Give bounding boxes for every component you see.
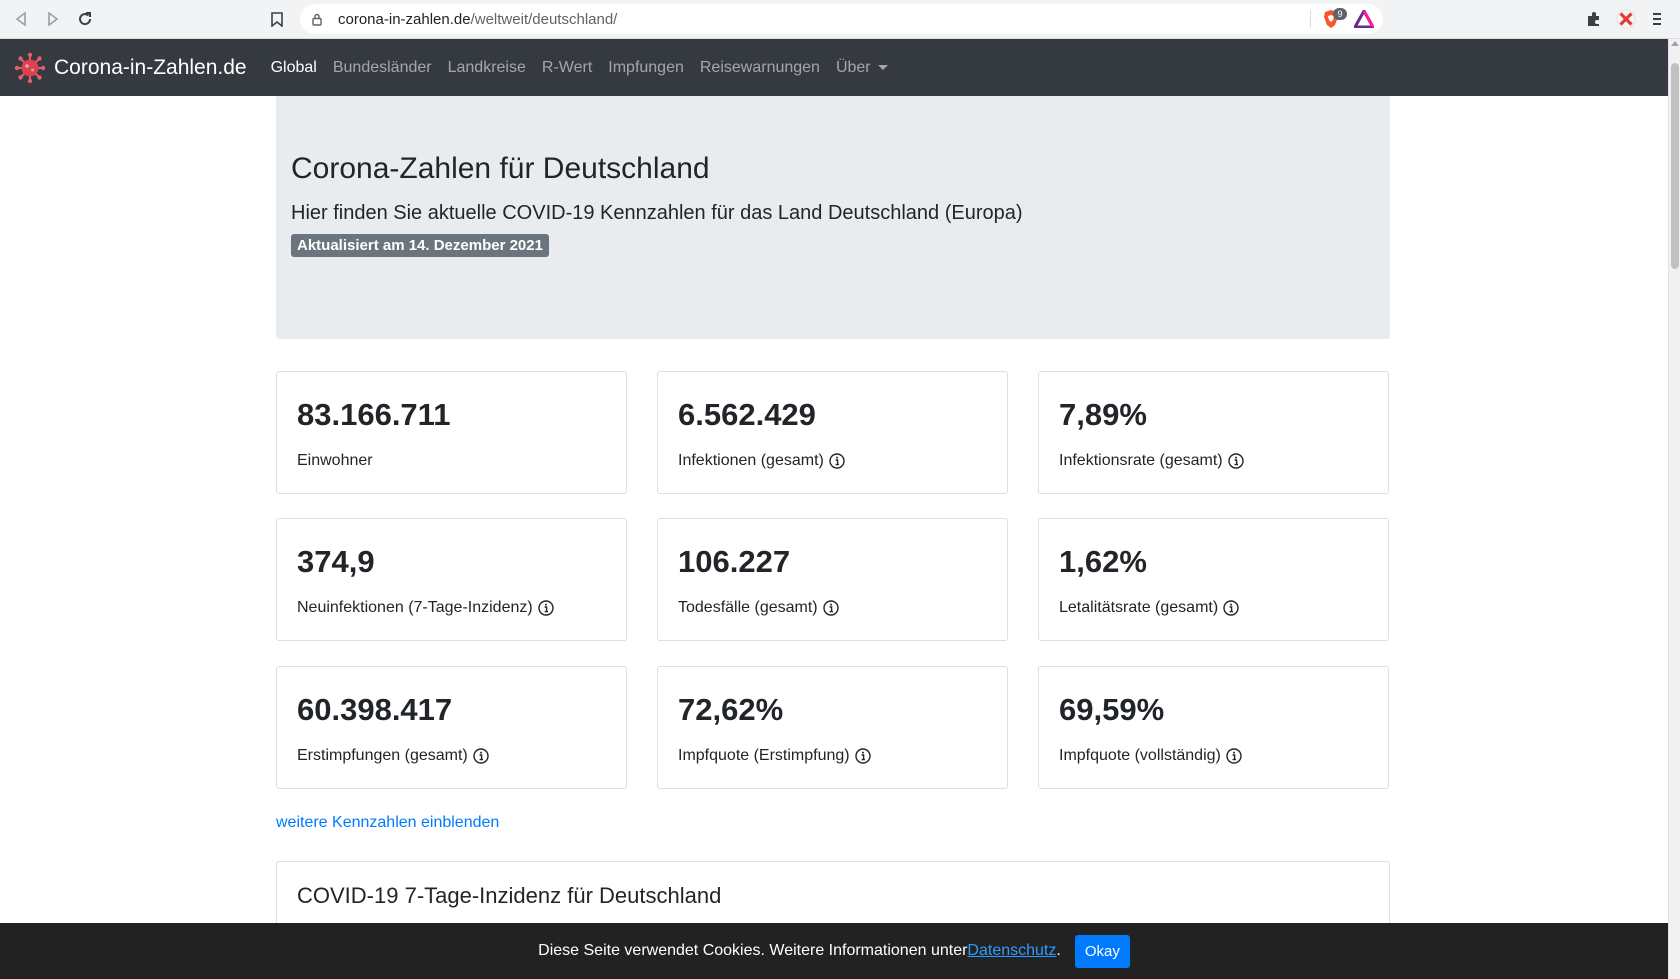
browser-menu-icon[interactable] <box>1647 9 1667 29</box>
virus-logo-icon <box>14 52 46 83</box>
scrollbar-thumb[interactable] <box>1671 63 1679 269</box>
stat-value: 83.166.711 <box>297 397 451 432</box>
bookmark-icon[interactable] <box>268 9 286 29</box>
info-icon[interactable] <box>1223 600 1239 616</box>
page-lead: Hier finden Sie aktuelle COVID-19 Kennza… <box>291 202 1023 224</box>
updated-badge: Aktualisiert am 14. Dezember 2021 <box>291 234 549 257</box>
stat-label-row: Infektionen (gesamt) <box>678 452 845 470</box>
cookie-okay-button[interactable]: Okay <box>1074 934 1130 968</box>
stat-label-row: Neuinfektionen (7-Tage-Inzidenz) <box>297 599 554 617</box>
stat-card-neuinfektionen: 374,9 Neuinfektionen (7-Tage-Inzidenz) <box>276 518 627 641</box>
stat-value: 106.227 <box>678 544 791 579</box>
brand-link[interactable]: Corona-in-Zahlen.de <box>14 52 247 84</box>
stat-card-impfquote-erst: 72,62% Impfquote (Erstimpfung) <box>657 666 1008 789</box>
nav-link-r-wert[interactable]: R-Wert <box>542 59 592 77</box>
profile-avatar-icon[interactable] <box>1616 9 1636 29</box>
stat-label-row: Erstimpfungen (gesamt) <box>297 747 489 765</box>
cookie-text-end: . <box>1056 942 1061 959</box>
stat-label-row: Einwohner <box>297 452 373 470</box>
stat-label: Infektionen (gesamt) <box>678 452 824 469</box>
stat-label-row: Infektionsrate (gesamt) <box>1059 452 1244 470</box>
stat-card-infektionen: 6.562.429 Infektionen (gesamt) <box>657 371 1008 494</box>
nav-dropdown-ueber[interactable]: Über <box>836 59 888 77</box>
stat-value: 374,9 <box>297 544 375 579</box>
info-icon[interactable] <box>822 600 839 616</box>
stat-card-infektionsrate: 7,89% Infektionsrate (gesamt) <box>1038 371 1389 494</box>
stat-card-einwohner: 83.166.711 Einwohner <box>276 371 627 494</box>
stat-label: Impfquote (Erstimpfung) <box>678 747 850 764</box>
stat-value: 72,62% <box>678 692 784 727</box>
jumbotron: Corona-Zahlen für Deutschland Hier finde… <box>276 96 1390 339</box>
nav-link-landkreise[interactable]: Landkreise <box>448 59 526 77</box>
cookie-banner: Diese Seite verwendet Cookies. Weitere I… <box>0 923 1668 979</box>
address-bar[interactable]: corona-in-zahlen.de/weltweit/deutschland… <box>300 4 1383 34</box>
page-title: Corona-Zahlen für Deutschland <box>291 152 710 185</box>
stat-value: 69,59% <box>1059 692 1165 727</box>
nav-links: Global Bundesländer Landkreise R-Wert Im… <box>271 59 888 77</box>
stat-value: 60.398.417 <box>297 692 453 727</box>
cookie-text: Diese Seite verwendet Cookies. Weitere I… <box>538 942 968 959</box>
page-scrollbar[interactable] <box>1668 39 1680 979</box>
info-icon[interactable] <box>473 748 489 764</box>
stat-label-row: Impfquote (Erstimpfung) <box>678 747 871 765</box>
show-more-stats-link[interactable]: weitere Kennzahlen einblenden <box>276 814 499 832</box>
back-icon[interactable] <box>10 8 32 30</box>
info-icon[interactable] <box>1226 748 1242 764</box>
browser-toolbar: corona-in-zahlen.de/weltweit/deutschland… <box>0 0 1680 39</box>
stat-label: Erstimpfungen (gesamt) <box>297 747 468 764</box>
stat-label: Infektionsrate (gesamt) <box>1059 452 1223 469</box>
site-navbar: Corona-in-Zahlen.de Global Bundesländer … <box>0 39 1668 96</box>
stat-value: 6.562.429 <box>678 397 816 432</box>
brand-name: Corona-in-Zahlen.de <box>54 55 247 79</box>
stat-label: Neuinfektionen (7-Tage-Inzidenz) <box>297 599 533 616</box>
extension-badge: 9 <box>1333 8 1347 20</box>
forward-icon[interactable] <box>42 8 64 30</box>
stat-value: 1,62% <box>1059 544 1147 579</box>
info-icon[interactable] <box>537 600 554 616</box>
privacy-link[interactable]: Datenschutz <box>967 942 1056 960</box>
info-icon[interactable] <box>1227 453 1244 469</box>
stat-label: Letalitätsrate (gesamt) <box>1059 599 1219 616</box>
nav-link-global[interactable]: Global <box>271 59 317 77</box>
stat-label: Impfquote (vollständig) <box>1059 747 1221 764</box>
nav-link-bundeslaender[interactable]: Bundesländer <box>333 59 432 77</box>
nav-link-impfungen[interactable]: Impfungen <box>608 59 684 77</box>
url-host: corona-in-zahlen.de <box>338 10 471 28</box>
stat-card-letalitaetsrate: 1,62% Letalitätsrate (gesamt) <box>1038 518 1389 641</box>
stat-label-row: Impfquote (vollständig) <box>1059 747 1242 765</box>
url-path: /weltweit/deutschland/ <box>470 10 618 28</box>
lock-icon <box>312 12 324 26</box>
chart-card-title: COVID-19 7-Tage-Inzidenz für Deutschland <box>297 883 722 908</box>
extensions-puzzle-icon[interactable] <box>1584 9 1604 29</box>
toolbar-divider <box>1310 10 1311 28</box>
stat-card-erstimpfungen: 60.398.417 Erstimpfungen (gesamt) <box>276 666 627 789</box>
nav-link-ueber: Über <box>835 58 871 76</box>
stat-card-impfquote-voll: 69,59% Impfquote (vollständig) <box>1038 666 1389 789</box>
info-icon[interactable] <box>829 453 845 469</box>
stat-label: Todesfälle (gesamt) <box>678 599 818 616</box>
info-icon[interactable] <box>854 748 871 764</box>
stat-label-row: Todesfälle (gesamt) <box>678 599 839 617</box>
scroll-up-icon[interactable] <box>1671 41 1679 46</box>
stat-label: Einwohner <box>297 452 373 469</box>
dropdown-caret-icon <box>877 65 888 70</box>
stat-card-todesfaelle: 106.227 Todesfälle (gesamt) <box>657 518 1008 641</box>
brave-rewards-icon[interactable] <box>1352 7 1376 29</box>
nav-link-reisewarnungen[interactable]: Reisewarnungen <box>700 59 820 77</box>
stat-label-row: Letalitätsrate (gesamt) <box>1059 599 1239 617</box>
stat-value: 7,89% <box>1059 397 1147 432</box>
reload-icon[interactable] <box>74 8 96 30</box>
